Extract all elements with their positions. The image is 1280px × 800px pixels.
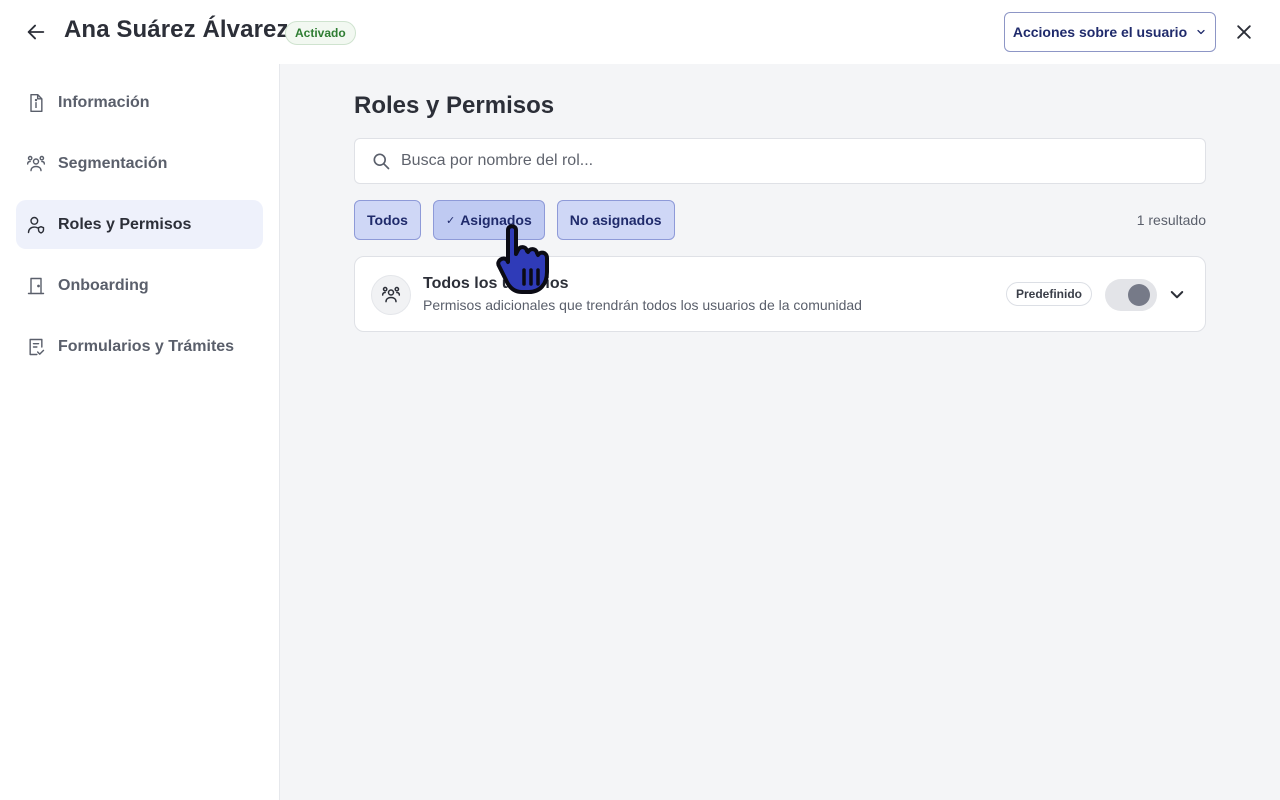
results-count: 1 resultado	[1136, 212, 1206, 228]
filter-label: No asignados	[569, 212, 662, 228]
chevron-down-icon	[1197, 29, 1205, 35]
filter-label: Asignados	[460, 212, 532, 228]
filter-label: Todos	[367, 212, 408, 228]
sidebar-item-label: Información	[58, 93, 150, 111]
expand-button[interactable]	[1165, 283, 1189, 307]
chevron-down-icon	[1170, 291, 1184, 299]
filter-no-asignados[interactable]: No asignados	[556, 200, 675, 240]
filter-asignados[interactable]: ✓ Asignados	[432, 200, 545, 240]
sidebar-item-formularios[interactable]: Formularios y Trámites	[16, 322, 263, 371]
section-title: Roles y Permisos	[354, 92, 555, 119]
sidebar: Información Segmentación Roles y Permiso…	[0, 64, 280, 800]
role-avatar	[371, 275, 411, 315]
sidebar-item-informacion[interactable]: Información	[16, 78, 263, 127]
sidebar-item-roles-permisos[interactable]: Roles y Permisos	[16, 200, 263, 249]
toggle-knob	[1128, 284, 1150, 306]
check-icon: ✓	[445, 214, 456, 227]
door-icon	[26, 276, 46, 296]
users-group-icon	[26, 154, 46, 174]
search-box	[354, 138, 1206, 184]
sidebar-item-label: Onboarding	[58, 276, 149, 294]
default-badge: Predefinido	[1006, 282, 1093, 306]
back-button[interactable]	[22, 18, 50, 46]
sidebar-item-segmentacion[interactable]: Segmentación	[16, 139, 263, 188]
sidebar-item-label: Roles y Permisos	[58, 215, 192, 233]
role-description: Permisos adicionales que trendrán todos …	[423, 297, 862, 313]
user-actions-dropdown[interactable]: Acciones sobre el usuario	[1004, 12, 1216, 52]
main-content: Roles y Permisos Todos ✓ Asignados No as…	[280, 64, 1280, 800]
close-icon	[1237, 25, 1251, 39]
sidebar-item-label: Segmentación	[58, 154, 168, 172]
role-toggle[interactable]	[1105, 279, 1157, 311]
filter-todos[interactable]: Todos	[354, 200, 421, 240]
user-actions-label: Acciones sobre el usuario	[1012, 24, 1188, 40]
role-card: Todos los usuarios Permisos adicionales …	[354, 256, 1206, 332]
status-badge: Activado	[285, 21, 356, 45]
sidebar-item-onboarding[interactable]: Onboarding	[16, 261, 263, 310]
page-title: Ana Suárez Álvarez	[64, 16, 289, 43]
header: Ana Suárez Álvarez Activado Acciones sob…	[0, 0, 1280, 64]
search-input[interactable]	[401, 152, 1205, 170]
form-check-icon	[26, 337, 46, 357]
role-title: Todos los usuarios	[423, 275, 569, 292]
sidebar-item-label: Formularios y Trámites	[58, 337, 235, 355]
arrow-left-icon	[27, 24, 45, 40]
close-button[interactable]	[1232, 20, 1256, 44]
users-group-icon	[381, 286, 401, 303]
search-icon	[373, 153, 390, 170]
user-shield-icon	[26, 215, 46, 235]
filter-group: Todos ✓ Asignados No asignados	[354, 200, 675, 240]
info-document-icon	[26, 93, 46, 113]
